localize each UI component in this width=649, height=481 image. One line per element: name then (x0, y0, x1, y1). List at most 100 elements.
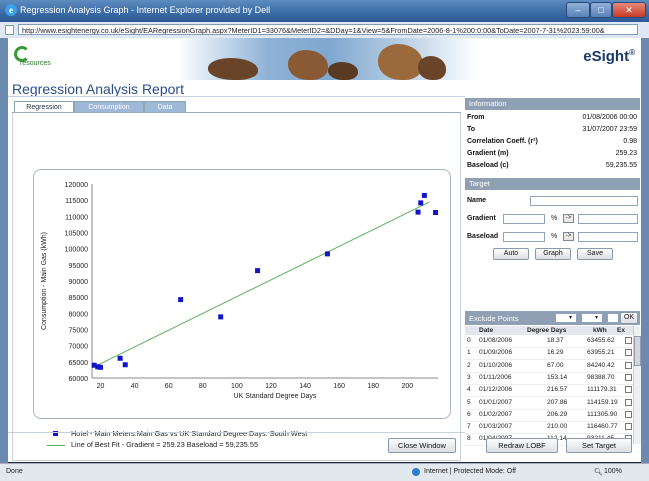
cell-dd: 216.57 (547, 386, 568, 394)
brand-name: eSight (583, 48, 630, 65)
table-row: 1 01/09/2006 16.29 63955.21 (465, 348, 633, 361)
data-point (324, 251, 330, 257)
cell-dd: 153.14 (547, 373, 568, 381)
from-label: From (467, 114, 485, 121)
cell-i: 8 (467, 435, 471, 443)
y-axis-label: Consumption - Main Gas (kWh) (41, 232, 48, 330)
exclude-checkbox[interactable] (625, 410, 632, 418)
y-tick-label: 110000 (65, 214, 88, 221)
close-window-button[interactable]: Close Window (388, 438, 456, 453)
legend-points-label: Hotel - Main Meters.Main Gas vs UK Stand… (71, 429, 308, 438)
cell-kwh: 84240.42 (587, 361, 615, 369)
target-name-label: Name (467, 197, 487, 204)
maximize-button[interactable]: □ (590, 2, 612, 18)
data-point (117, 355, 123, 361)
globe-icon (412, 468, 420, 476)
logo-text: resources (20, 60, 51, 67)
tab-data[interactable]: Data (144, 101, 186, 112)
baseload-arrow-button[interactable]: -> (563, 232, 574, 241)
target-gradient-input[interactable] (503, 214, 545, 224)
registered-mark: ® (629, 48, 635, 57)
exclude-checkbox[interactable] (625, 398, 632, 406)
gradient-percent-label: % (551, 215, 558, 222)
set-target-button[interactable]: Set Target (566, 438, 632, 453)
save-button[interactable]: Save (577, 248, 613, 260)
target-baseload-input[interactable] (503, 232, 545, 242)
redraw-lobf-button[interactable]: Redraw LOBF (486, 438, 558, 453)
cell-i: 2 (467, 361, 471, 369)
cell-dd: 18.37 (547, 337, 564, 344)
internet-explorer-icon: e (5, 4, 17, 16)
close-button[interactable]: ✕ (612, 2, 646, 18)
regression-chart: 60000 65000 70000 75000 80000 85000 90000 95000… (41, 182, 439, 400)
data-point (415, 209, 421, 215)
data-point (98, 364, 104, 370)
exclude-checkbox[interactable] (625, 423, 632, 431)
banner-image (178, 38, 478, 80)
chevron-down-icon: ▾ (569, 315, 573, 321)
data-point (218, 314, 224, 320)
table-row: 7 01/03/2007 210.00 116460.77 (465, 422, 633, 435)
y-tick-label: 80000 (69, 311, 89, 318)
target-gradient-result[interactable] (578, 214, 638, 224)
col-kwh: kWh (593, 327, 607, 334)
y-tick-label: 115000 (65, 198, 88, 205)
minimize-button[interactable]: – (566, 2, 590, 18)
chart-panel: 60000 65000 70000 75000 80000 85000 90000 95000… (12, 113, 461, 461)
url-field[interactable]: http://www.esightenergy.co.uk/eSight/EAR… (18, 24, 638, 35)
exclude-to-select[interactable] (581, 313, 603, 323)
scrollbar-thumb[interactable] (634, 336, 641, 366)
table-row: 6 01/02/2007 206.29 111305.90 (465, 410, 633, 422)
window-title-bar: e Regression Analysis Graph - Internet E… (0, 0, 649, 22)
data-point (178, 297, 184, 303)
legend-line-marker (47, 445, 65, 446)
data-point (433, 210, 439, 216)
right-panel: Information From 01/08/2006 00:00 To 31/… (465, 96, 641, 460)
tab-consumption[interactable]: Consumption (74, 101, 144, 112)
table-row: 5 01/01/2007 207.86 114159.19 (465, 398, 633, 410)
exclude-checkbox[interactable] (625, 361, 632, 369)
legend-fit-label: Line of Best Fit - Gradient = 259.23 Bas… (71, 440, 259, 449)
exclude-checkbox[interactable] (625, 386, 632, 394)
x-tick-label: 140 (299, 383, 311, 390)
x-tick-label: 100 (231, 383, 243, 390)
exclude-checkbox[interactable] (625, 349, 632, 357)
auto-button[interactable]: Auto (493, 248, 529, 260)
cell-i: 3 (467, 373, 471, 381)
cell-dd: 207.86 (547, 398, 568, 406)
col-degree-days: Degree Days (527, 327, 567, 334)
cell-date: 01/09/2006 (479, 349, 513, 357)
window-title: Regression Analysis Graph - Internet Exp… (20, 5, 271, 15)
cell-kwh: 114159.19 (587, 398, 618, 406)
zoom-level[interactable]: 100% (604, 468, 622, 475)
exclude-checkbox[interactable] (625, 337, 632, 344)
exclude-ok-button[interactable]: OK (620, 312, 638, 324)
from-value: 01/08/2006 00:00 (582, 114, 638, 121)
chart-frame: 60000 65000 70000 75000 80000 85000 90000 95000… (33, 169, 451, 419)
exclude-scrollbar[interactable] (633, 326, 641, 444)
magnifier-icon: 🔍︎ (594, 469, 603, 476)
target-name-input[interactable] (530, 196, 638, 206)
exclude-points-header: Exclude Points ▾ ▾ OK (465, 311, 640, 325)
cell-date: 01/03/2007 (479, 423, 513, 431)
cell-i: 0 (467, 337, 471, 344)
exclude-from-select[interactable] (555, 313, 577, 323)
y-tick-label: 65000 (69, 360, 89, 367)
x-tick-label: 60 (165, 383, 173, 390)
target-baseload-result[interactable] (578, 232, 638, 242)
window-frame-left (0, 38, 8, 463)
cell-i: 6 (467, 410, 471, 418)
chevron-down-icon: ▾ (595, 315, 599, 321)
security-zone[interactable]: Internet | Protected Mode: Off (424, 468, 516, 475)
y-tick-label: 90000 (69, 279, 89, 286)
exclude-checkbox[interactable] (625, 373, 632, 381)
cell-i: 1 (467, 349, 471, 357)
x-tick-label: 120 (265, 383, 277, 390)
exclude-input[interactable] (607, 313, 619, 323)
graph-button[interactable]: Graph (535, 248, 571, 260)
table-row: 2 01/10/2006 67.00 84240.42 (465, 361, 633, 373)
information-header: Information (465, 98, 640, 110)
gradient-arrow-button[interactable]: -> (563, 214, 574, 223)
cell-date: 01/11/2006 (479, 373, 512, 381)
correlation-value: 0.98 (623, 138, 637, 145)
